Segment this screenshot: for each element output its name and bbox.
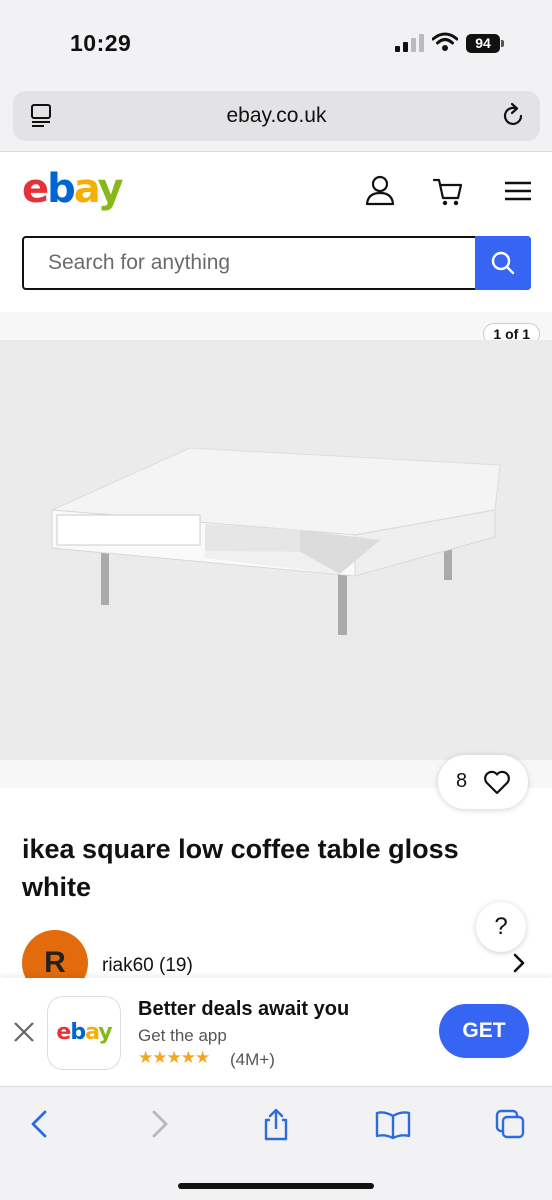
wifi-icon — [432, 32, 458, 51]
status-time: 10:29 — [70, 30, 132, 56]
heart-icon — [484, 770, 510, 795]
search-icon — [491, 251, 515, 275]
reload-icon[interactable] — [500, 102, 526, 130]
banner-title: Better deals await you — [138, 998, 350, 1020]
battery-icon: 94 — [466, 34, 504, 53]
bookmarks-icon[interactable] — [375, 1107, 411, 1141]
rating-count: (4M+) — [230, 1050, 275, 1069]
search-box — [22, 236, 531, 290]
browser-toolbar — [0, 1086, 552, 1200]
ebay-app-icon: ebay — [47, 996, 121, 1070]
watch-button[interactable]: 8 — [438, 755, 528, 809]
item-title: ikea square low coffee table gloss white — [22, 834, 459, 902]
rating-stars: ★★★★★ — [138, 1048, 210, 1067]
tabs-icon[interactable] — [494, 1107, 526, 1141]
ebay-logo[interactable]: ebay — [22, 166, 124, 212]
back-icon[interactable] — [24, 1107, 56, 1141]
browser-address-area: ebay.co.uk — [0, 84, 552, 152]
close-icon[interactable] — [12, 1020, 36, 1044]
coffee-table-image — [51, 447, 501, 635]
banner-subtitle: Get the app — [138, 1026, 227, 1045]
image-gallery: 1 of 1 — [0, 312, 552, 788]
app-install-banner: ebay Better deals await you Get the app … — [0, 978, 552, 1086]
watch-count: 8 — [456, 770, 468, 792]
account-icon[interactable] — [364, 174, 396, 208]
seller-name[interactable]: riak60 (19) — [102, 955, 193, 977]
get-app-button[interactable]: GET — [439, 1004, 529, 1058]
site-header: ebay — [0, 152, 552, 312]
share-icon[interactable] — [260, 1107, 292, 1141]
cart-icon[interactable] — [432, 174, 464, 208]
product-image[interactable] — [0, 340, 552, 760]
menu-icon[interactable] — [502, 174, 534, 208]
forward-icon[interactable] — [143, 1107, 175, 1141]
help-button[interactable]: ? — [476, 902, 526, 952]
search-input[interactable] — [24, 238, 476, 288]
url-text: ebay.co.uk — [226, 104, 327, 127]
chevron-right-icon[interactable] — [510, 952, 528, 974]
home-indicator — [178, 1183, 374, 1189]
address-bar[interactable]: ebay.co.uk — [13, 91, 540, 141]
search-button[interactable] — [475, 236, 531, 290]
cellular-signal-icon — [395, 34, 425, 52]
status-bar: 10:29 94 — [0, 0, 552, 84]
